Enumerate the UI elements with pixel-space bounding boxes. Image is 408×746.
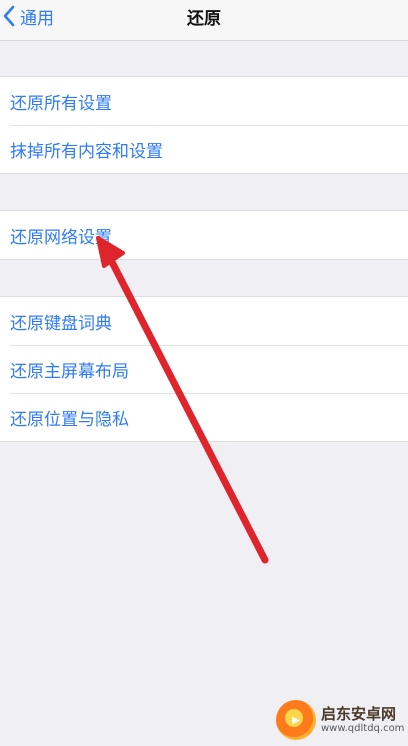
reset-group-3: 还原键盘词典 还原主屏幕布局 还原位置与隐私 — [0, 296, 408, 442]
reset-keyboard-dictionary[interactable]: 还原键盘词典 — [0, 297, 408, 345]
reset-location-and-privacy[interactable]: 还原位置与隐私 — [0, 393, 408, 441]
reset-group-1: 还原所有设置 抹掉所有内容和设置 — [0, 76, 408, 174]
reset-group-2: 还原网络设置 — [0, 210, 408, 260]
watermark: ▶ 启东安卓网 www.qdltdq.com — [276, 694, 408, 746]
reset-all-settings[interactable]: 还原所有设置 — [0, 77, 408, 125]
erase-all-content-and-settings[interactable]: 抹掉所有内容和设置 — [0, 125, 408, 173]
watermark-name: 启东安卓网 — [321, 705, 397, 724]
watermark-url: www.qdltdq.com — [321, 722, 405, 734]
reset-network-settings[interactable]: 还原网络设置 — [0, 211, 408, 259]
navigation-bar: 通用 还原 — [0, 0, 408, 41]
watermark-logo-icon: ▶ — [276, 700, 316, 740]
page-title: 还原 — [187, 9, 221, 29]
reset-home-screen-layout[interactable]: 还原主屏幕布局 — [0, 345, 408, 393]
